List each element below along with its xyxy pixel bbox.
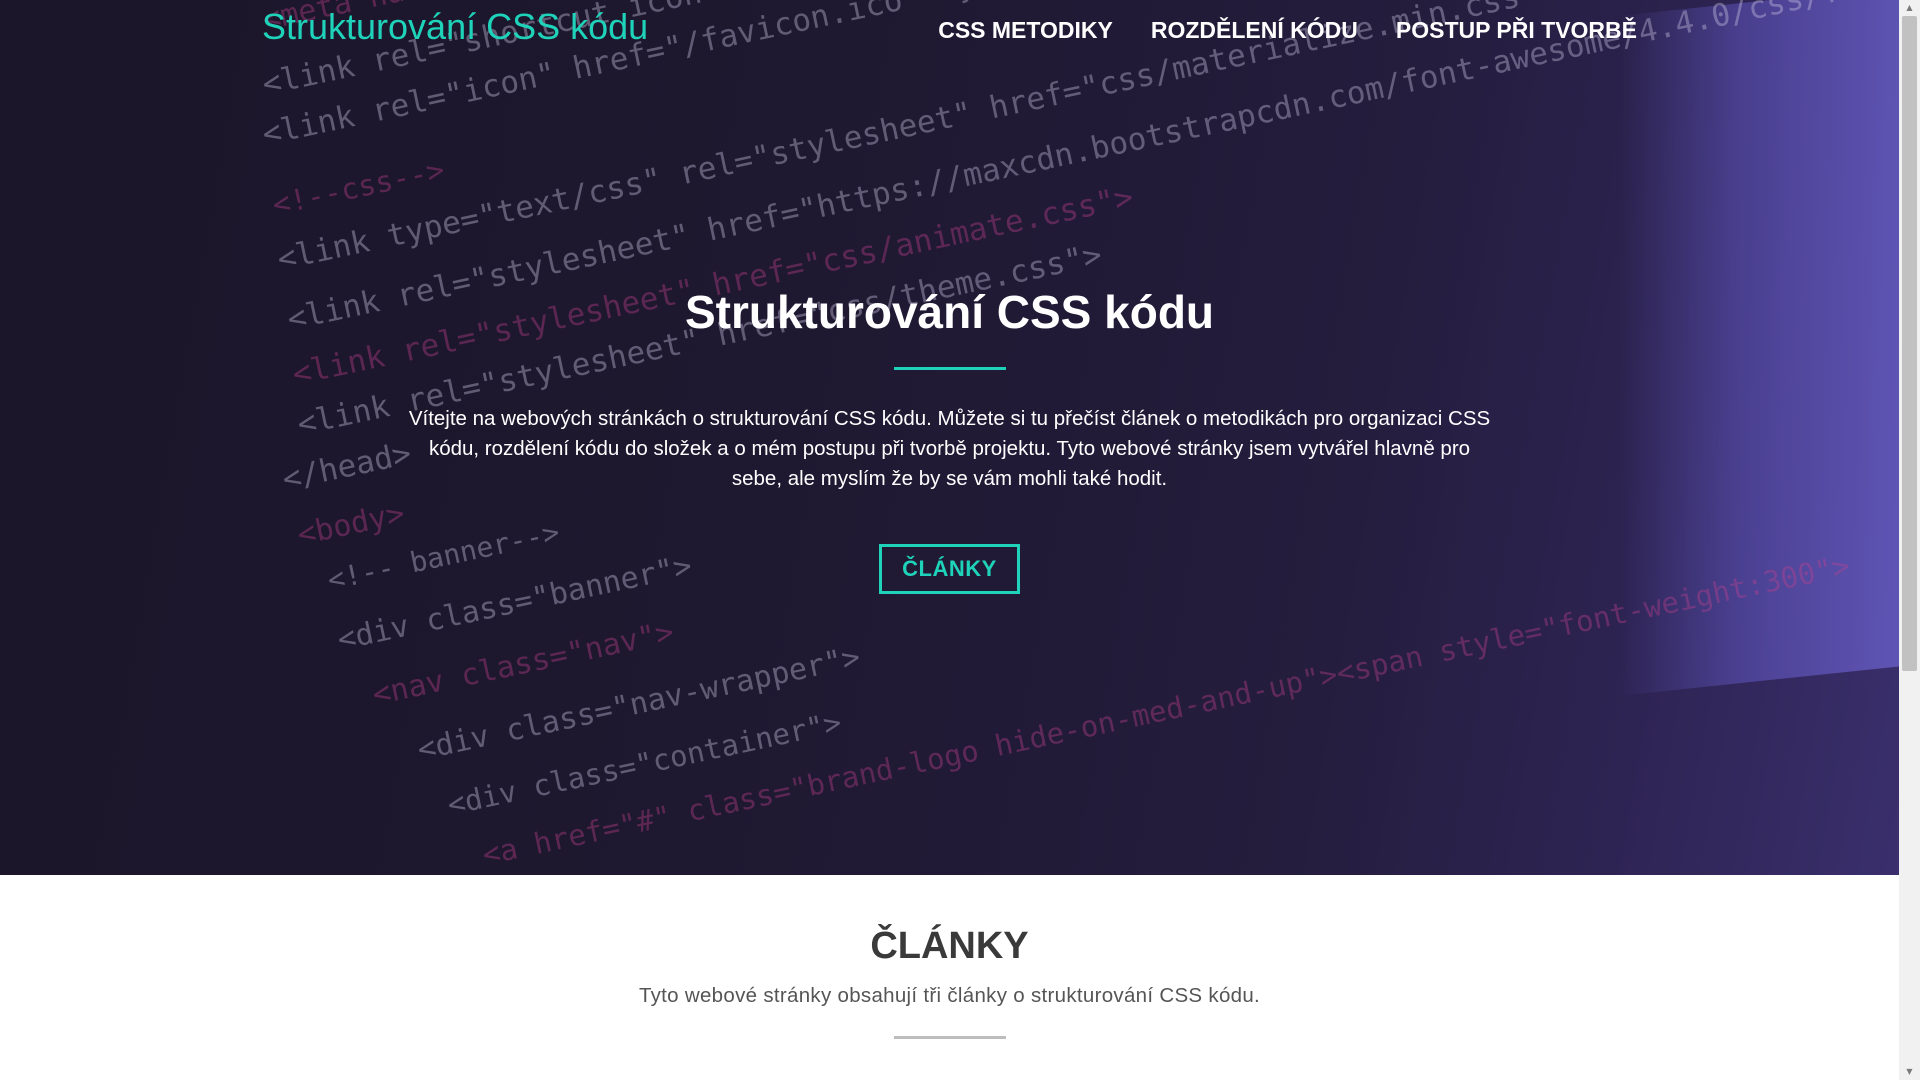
articles-title: ČLÁNKY [870,925,1029,967]
nav-link-postup-pri-tvorbe[interactable]: POSTUP PŘI TVORBĚ [1396,17,1637,44]
articles-description: Tyto webové stránky obsahují tři články … [638,984,1261,1007]
scroll-down-arrow-icon[interactable]: ▼ [1899,1064,1920,1080]
nav-link-css-metodiky[interactable]: CSS METODIKY [938,17,1113,44]
scrollbar-thumb[interactable] [1902,16,1917,671]
hero-content: Strukturování CSS kódu Vítejte na webový… [0,285,1899,594]
nav-link-rozdeleni-kodu[interactable]: ROZDĚLENÍ KÓDU [1151,17,1358,44]
hero-intro-text: Vítejte na webových stránkách o struktur… [408,407,1491,490]
page-scrollbar[interactable]: ▲ ▼ [1899,0,1920,1080]
scroll-up-arrow-icon[interactable]: ▲ [1899,0,1920,16]
page: <meta name="viewport" content="width=dev… [0,0,1899,1080]
main-menu: CSS METODIKY ROZDĚLENÍ KÓDU POSTUP PŘI T… [938,17,1637,44]
brand-logo[interactable]: Strukturování CSS kódu [262,6,648,48]
articles-button[interactable]: ČLÁNKY [879,544,1020,594]
top-navigation: Strukturování CSS kódu CSS METODIKY ROZD… [0,0,1899,64]
articles-divider [893,1036,1006,1039]
hero-title: Strukturování CSS kódu [684,286,1215,338]
articles-section: ČLÁNKY Tyto webové stránky obsahují tři … [0,875,1899,1080]
hero-banner: <meta name="viewport" content="width=dev… [0,0,1899,875]
hero-divider [893,367,1006,370]
